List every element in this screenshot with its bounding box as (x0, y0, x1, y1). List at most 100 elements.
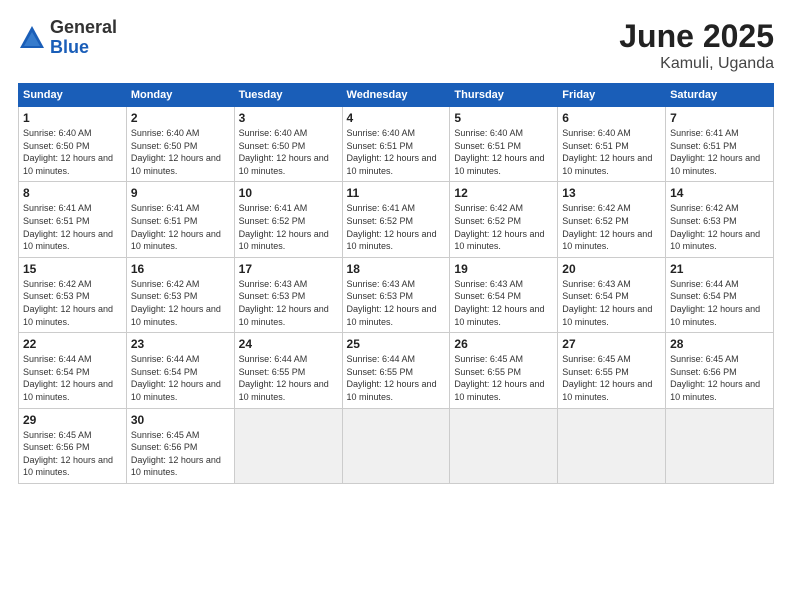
calendar-page: General Blue June 2025 Kamuli, Uganda Su… (0, 0, 792, 612)
day-info: Sunrise: 6:41 AM Sunset: 6:51 PM Dayligh… (670, 127, 769, 177)
day-number: 4 (347, 111, 446, 125)
day-number: 22 (23, 337, 122, 351)
table-row: 7 Sunrise: 6:41 AM Sunset: 6:51 PM Dayli… (666, 107, 774, 182)
table-row: 12 Sunrise: 6:42 AM Sunset: 6:52 PM Dayl… (450, 182, 558, 257)
table-row (666, 408, 774, 483)
day-number: 12 (454, 186, 553, 200)
day-info: Sunrise: 6:42 AM Sunset: 6:52 PM Dayligh… (454, 202, 553, 252)
day-number: 23 (131, 337, 230, 351)
logo-blue: Blue (50, 38, 117, 58)
day-info: Sunrise: 6:44 AM Sunset: 6:55 PM Dayligh… (347, 353, 446, 403)
logo: General Blue (18, 18, 117, 58)
day-number: 17 (239, 262, 338, 276)
day-number: 27 (562, 337, 661, 351)
header-saturday: Saturday (666, 84, 774, 107)
day-info: Sunrise: 6:45 AM Sunset: 6:56 PM Dayligh… (670, 353, 769, 403)
table-row: 8 Sunrise: 6:41 AM Sunset: 6:51 PM Dayli… (19, 182, 127, 257)
day-number: 18 (347, 262, 446, 276)
calendar-week-row: 15 Sunrise: 6:42 AM Sunset: 6:53 PM Dayl… (19, 257, 774, 332)
table-row: 29 Sunrise: 6:45 AM Sunset: 6:56 PM Dayl… (19, 408, 127, 483)
calendar-body: 1 Sunrise: 6:40 AM Sunset: 6:50 PM Dayli… (19, 107, 774, 484)
day-info: Sunrise: 6:42 AM Sunset: 6:52 PM Dayligh… (562, 202, 661, 252)
day-info: Sunrise: 6:40 AM Sunset: 6:50 PM Dayligh… (23, 127, 122, 177)
day-info: Sunrise: 6:40 AM Sunset: 6:51 PM Dayligh… (454, 127, 553, 177)
header: General Blue June 2025 Kamuli, Uganda (18, 18, 774, 73)
table-row: 17 Sunrise: 6:43 AM Sunset: 6:53 PM Dayl… (234, 257, 342, 332)
calendar-header: Sunday Monday Tuesday Wednesday Thursday… (19, 84, 774, 107)
day-info: Sunrise: 6:40 AM Sunset: 6:51 PM Dayligh… (347, 127, 446, 177)
table-row (450, 408, 558, 483)
logo-icon (18, 24, 46, 52)
day-info: Sunrise: 6:43 AM Sunset: 6:53 PM Dayligh… (347, 278, 446, 328)
table-row: 4 Sunrise: 6:40 AM Sunset: 6:51 PM Dayli… (342, 107, 450, 182)
table-row: 24 Sunrise: 6:44 AM Sunset: 6:55 PM Dayl… (234, 333, 342, 408)
table-row: 10 Sunrise: 6:41 AM Sunset: 6:52 PM Dayl… (234, 182, 342, 257)
day-number: 13 (562, 186, 661, 200)
day-number: 9 (131, 186, 230, 200)
calendar-title: June 2025 (619, 18, 774, 55)
table-row (342, 408, 450, 483)
calendar-table: Sunday Monday Tuesday Wednesday Thursday… (18, 83, 774, 484)
day-info: Sunrise: 6:41 AM Sunset: 6:51 PM Dayligh… (23, 202, 122, 252)
calendar-week-row: 1 Sunrise: 6:40 AM Sunset: 6:50 PM Dayli… (19, 107, 774, 182)
day-number: 21 (670, 262, 769, 276)
logo-general: General (50, 18, 117, 38)
day-info: Sunrise: 6:42 AM Sunset: 6:53 PM Dayligh… (670, 202, 769, 252)
table-row: 3 Sunrise: 6:40 AM Sunset: 6:50 PM Dayli… (234, 107, 342, 182)
table-row: 28 Sunrise: 6:45 AM Sunset: 6:56 PM Dayl… (666, 333, 774, 408)
day-info: Sunrise: 6:40 AM Sunset: 6:50 PM Dayligh… (239, 127, 338, 177)
weekday-header-row: Sunday Monday Tuesday Wednesday Thursday… (19, 84, 774, 107)
day-number: 19 (454, 262, 553, 276)
table-row: 14 Sunrise: 6:42 AM Sunset: 6:53 PM Dayl… (666, 182, 774, 257)
table-row: 6 Sunrise: 6:40 AM Sunset: 6:51 PM Dayli… (558, 107, 666, 182)
table-row: 30 Sunrise: 6:45 AM Sunset: 6:56 PM Dayl… (126, 408, 234, 483)
day-info: Sunrise: 6:45 AM Sunset: 6:55 PM Dayligh… (562, 353, 661, 403)
day-number: 15 (23, 262, 122, 276)
day-number: 6 (562, 111, 661, 125)
day-number: 25 (347, 337, 446, 351)
day-info: Sunrise: 6:42 AM Sunset: 6:53 PM Dayligh… (131, 278, 230, 328)
day-number: 24 (239, 337, 338, 351)
table-row: 25 Sunrise: 6:44 AM Sunset: 6:55 PM Dayl… (342, 333, 450, 408)
day-number: 16 (131, 262, 230, 276)
day-number: 10 (239, 186, 338, 200)
table-row: 26 Sunrise: 6:45 AM Sunset: 6:55 PM Dayl… (450, 333, 558, 408)
day-number: 5 (454, 111, 553, 125)
day-number: 30 (131, 413, 230, 427)
header-monday: Monday (126, 84, 234, 107)
day-info: Sunrise: 6:44 AM Sunset: 6:54 PM Dayligh… (23, 353, 122, 403)
day-number: 1 (23, 111, 122, 125)
title-block: June 2025 Kamuli, Uganda (619, 18, 774, 73)
table-row: 11 Sunrise: 6:41 AM Sunset: 6:52 PM Dayl… (342, 182, 450, 257)
table-row: 2 Sunrise: 6:40 AM Sunset: 6:50 PM Dayli… (126, 107, 234, 182)
day-number: 2 (131, 111, 230, 125)
table-row: 22 Sunrise: 6:44 AM Sunset: 6:54 PM Dayl… (19, 333, 127, 408)
calendar-week-row: 22 Sunrise: 6:44 AM Sunset: 6:54 PM Dayl… (19, 333, 774, 408)
table-row: 5 Sunrise: 6:40 AM Sunset: 6:51 PM Dayli… (450, 107, 558, 182)
calendar-week-row: 29 Sunrise: 6:45 AM Sunset: 6:56 PM Dayl… (19, 408, 774, 483)
day-number: 7 (670, 111, 769, 125)
day-number: 8 (23, 186, 122, 200)
header-wednesday: Wednesday (342, 84, 450, 107)
day-info: Sunrise: 6:41 AM Sunset: 6:52 PM Dayligh… (347, 202, 446, 252)
day-info: Sunrise: 6:44 AM Sunset: 6:54 PM Dayligh… (670, 278, 769, 328)
day-info: Sunrise: 6:45 AM Sunset: 6:56 PM Dayligh… (131, 429, 230, 479)
day-info: Sunrise: 6:44 AM Sunset: 6:54 PM Dayligh… (131, 353, 230, 403)
day-number: 29 (23, 413, 122, 427)
day-info: Sunrise: 6:45 AM Sunset: 6:55 PM Dayligh… (454, 353, 553, 403)
table-row: 20 Sunrise: 6:43 AM Sunset: 6:54 PM Dayl… (558, 257, 666, 332)
table-row: 23 Sunrise: 6:44 AM Sunset: 6:54 PM Dayl… (126, 333, 234, 408)
header-sunday: Sunday (19, 84, 127, 107)
day-number: 28 (670, 337, 769, 351)
day-number: 26 (454, 337, 553, 351)
calendar-subtitle: Kamuli, Uganda (619, 55, 774, 73)
day-info: Sunrise: 6:44 AM Sunset: 6:55 PM Dayligh… (239, 353, 338, 403)
table-row: 19 Sunrise: 6:43 AM Sunset: 6:54 PM Dayl… (450, 257, 558, 332)
day-info: Sunrise: 6:43 AM Sunset: 6:54 PM Dayligh… (562, 278, 661, 328)
day-info: Sunrise: 6:43 AM Sunset: 6:54 PM Dayligh… (454, 278, 553, 328)
day-info: Sunrise: 6:40 AM Sunset: 6:50 PM Dayligh… (131, 127, 230, 177)
calendar-week-row: 8 Sunrise: 6:41 AM Sunset: 6:51 PM Dayli… (19, 182, 774, 257)
table-row: 9 Sunrise: 6:41 AM Sunset: 6:51 PM Dayli… (126, 182, 234, 257)
header-tuesday: Tuesday (234, 84, 342, 107)
table-row: 13 Sunrise: 6:42 AM Sunset: 6:52 PM Dayl… (558, 182, 666, 257)
